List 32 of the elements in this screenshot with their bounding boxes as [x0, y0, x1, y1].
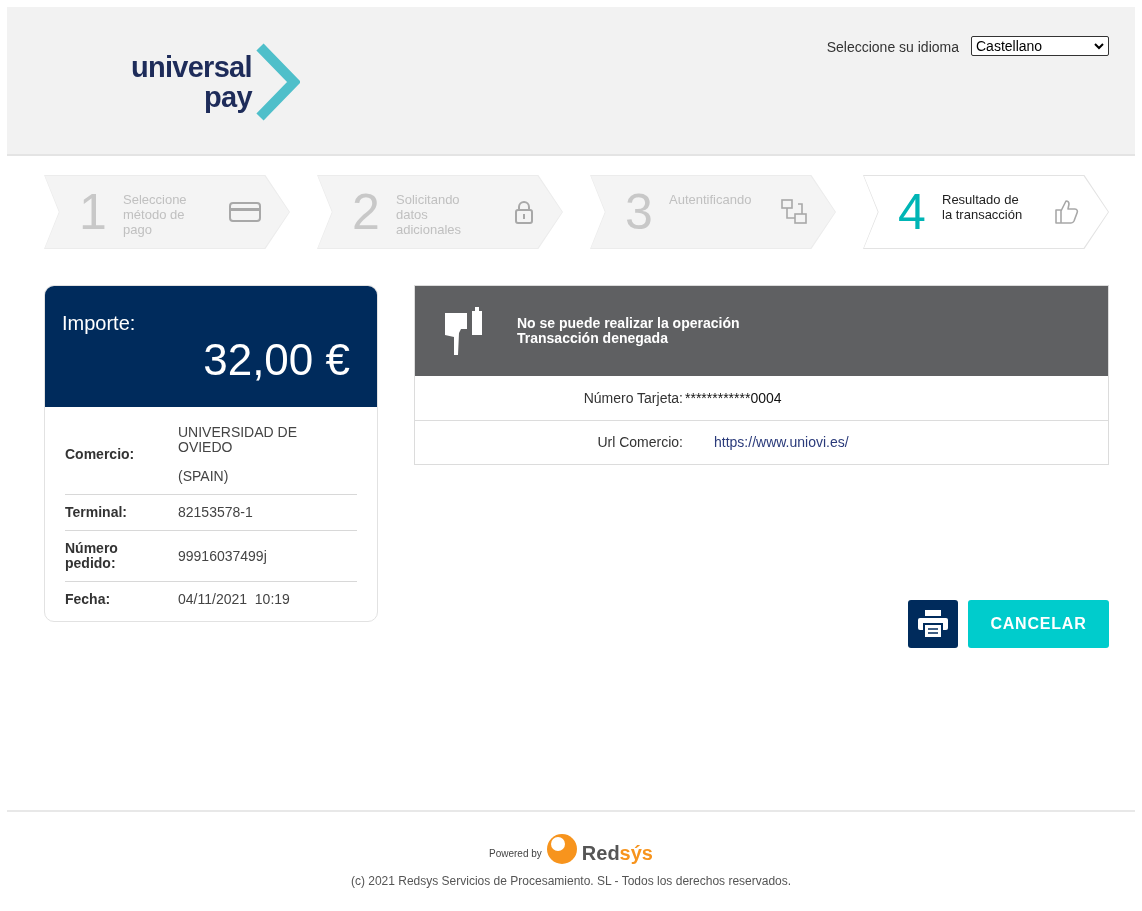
diagram-icon: [781, 199, 807, 225]
error-title: No se puede realizar la operación: [517, 316, 740, 331]
merchant-link[interactable]: https://www.uniovi.es/: [714, 432, 849, 453]
detail-label: Número Tarjeta:: [582, 388, 683, 408]
summary-value: (SPAIN): [178, 469, 230, 484]
powered-by-text: Powered by: [489, 846, 542, 861]
summary-value: 04/11/2021 10:19: [178, 592, 291, 607]
lock-icon: [514, 200, 534, 224]
brand-logo-icon: [545, 833, 578, 865]
amount-label: Importe:: [62, 311, 137, 336]
detail-label: Url Comercio:: [596, 433, 683, 452]
brand-name: Redsýs: [581, 841, 653, 866]
amount-value: 32,00 €: [203, 334, 350, 386]
summary-label: Comercio:: [65, 447, 136, 462]
copyright-text: (c) 2021 Redsys Servicios de Procesamiento. SL - Todos los derechos reservados.: [350, 873, 792, 890]
summary-value: 82153578-1: [178, 505, 254, 520]
thumbs-up-icon: [1054, 199, 1080, 225]
chevron-logo-icon: [255, 42, 300, 121]
detail-value: ************0004: [685, 388, 782, 408]
dropdown-caret-icon: [1094, 42, 1104, 50]
summary-label: Terminal:: [65, 505, 128, 520]
language-select[interactable]: Castellano: [971, 36, 1109, 56]
summary-label: Fecha:: [65, 592, 112, 607]
error-subtitle: Transacción denegada: [517, 331, 669, 346]
logo-text: universal pay: [131, 51, 252, 112]
summary-value: UNIVERSIDAD DE OVIEDO: [178, 425, 299, 455]
summary-value: 99916037499j: [178, 548, 268, 564]
print-icon: [918, 610, 948, 638]
print-button[interactable]: [908, 600, 958, 648]
language-label: Seleccione su idioma: [826, 38, 959, 57]
summary-label: Número pedido:: [65, 541, 119, 571]
card-icon: [229, 202, 261, 222]
